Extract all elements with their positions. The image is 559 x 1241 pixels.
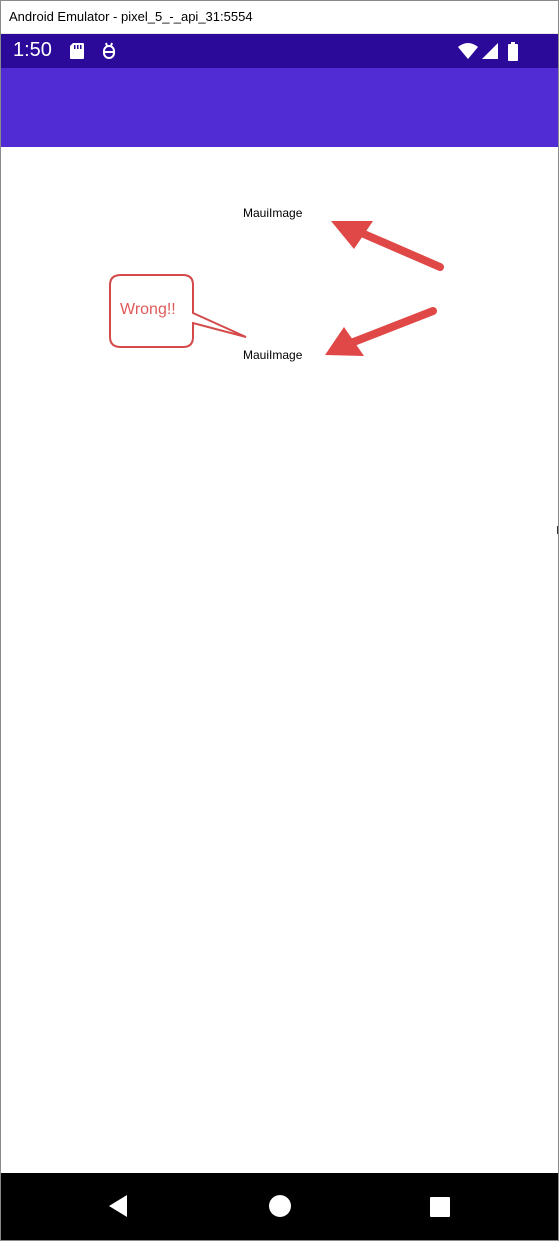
home-icon — [269, 1195, 291, 1217]
back-button[interactable] — [89, 1173, 149, 1240]
annotation-overlay — [109, 221, 444, 356]
back-icon — [109, 1195, 127, 1217]
navigation-bar — [1, 1173, 558, 1240]
home-button[interactable] — [250, 1173, 310, 1240]
arrow-icon-lower — [325, 307, 437, 356]
arrow-icon-upper — [331, 221, 444, 271]
emulator-frame: Android Emulator - pixel_5_-_api_31:5554… — [0, 0, 559, 1241]
callout-text: Wrong!! — [120, 301, 176, 318]
recents-icon — [430, 1197, 450, 1217]
recents-button[interactable] — [409, 1173, 469, 1240]
